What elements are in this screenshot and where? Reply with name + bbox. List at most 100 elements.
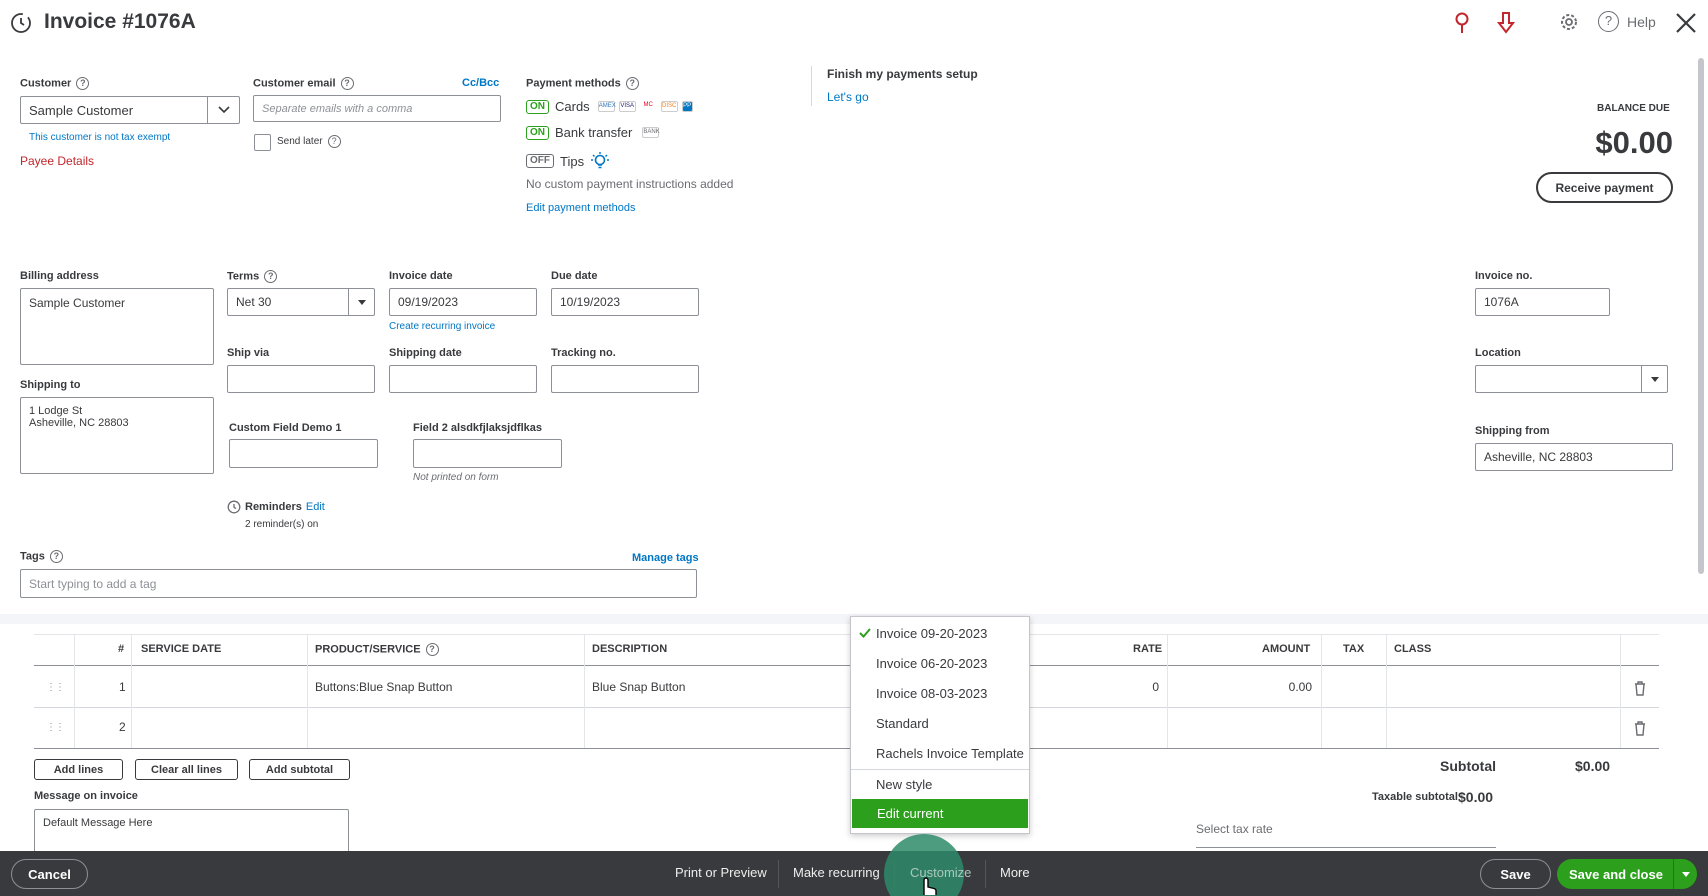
message-label: Message on invoice bbox=[34, 790, 138, 802]
help-icon[interactable]: ? bbox=[264, 270, 278, 283]
subtotal-value: $0.00 bbox=[1575, 758, 1611, 774]
customer-select[interactable]: Sample Customer bbox=[20, 96, 240, 124]
row-product[interactable]: Buttons:Blue Snap Button bbox=[315, 680, 452, 694]
customer-value: Sample Customer bbox=[29, 102, 134, 118]
invoice-no-label: Invoice no. bbox=[1475, 270, 1533, 282]
customize-option[interactable]: Invoice 09-20-2023 bbox=[851, 619, 1029, 647]
shipping-to-label: Shipping to bbox=[20, 379, 81, 391]
table-bottom bbox=[34, 748, 1659, 749]
tips-toggle[interactable]: OFF bbox=[526, 154, 554, 168]
customize-option[interactable]: Invoice 08-03-2023 bbox=[851, 679, 1029, 707]
help-icon[interactable]: ? bbox=[340, 77, 354, 90]
save-and-close-label: Save and close bbox=[1569, 866, 1663, 882]
tracking-no-input[interactable] bbox=[551, 365, 699, 393]
invoice-date-input[interactable]: 09/19/2023 bbox=[389, 288, 537, 316]
chevron-down-icon[interactable] bbox=[207, 97, 239, 123]
help-icon[interactable]: ? bbox=[49, 550, 63, 563]
clock-icon bbox=[227, 500, 241, 514]
customize-option[interactable]: Invoice 06-20-2023 bbox=[851, 649, 1029, 677]
row-rate[interactable]: 0 bbox=[1147, 680, 1159, 694]
billing-address-input[interactable]: Sample Customer bbox=[20, 288, 214, 365]
due-date-input[interactable]: 10/19/2023 bbox=[551, 288, 699, 316]
custom-field-2-input[interactable] bbox=[413, 439, 562, 468]
chevron-down-icon[interactable] bbox=[348, 289, 374, 315]
edit-current-option[interactable]: Edit current bbox=[852, 799, 1028, 828]
customize-option[interactable]: Rachels Invoice Template bbox=[851, 739, 1029, 767]
table-row[interactable] bbox=[34, 666, 1659, 707]
invoice-no-value: 1076A bbox=[1484, 295, 1519, 309]
setup-title: Finish my payments setup bbox=[827, 67, 978, 81]
setup-divider bbox=[811, 66, 812, 106]
cancel-button[interactable]: Cancel bbox=[11, 859, 88, 889]
payment-methods-label: Payment methods? bbox=[526, 77, 639, 90]
bank-icon: BANK bbox=[642, 127, 660, 138]
save-button[interactable]: Save bbox=[1480, 859, 1551, 889]
custom-field-1-input[interactable] bbox=[229, 439, 378, 468]
add-lines-button[interactable]: Add lines bbox=[34, 759, 123, 780]
col-header-rate: RATE bbox=[1133, 643, 1163, 655]
customer-email-input[interactable]: Separate emails with a comma bbox=[253, 95, 501, 122]
make-recurring-button[interactable]: Make recurring bbox=[793, 865, 880, 880]
invoice-date-label: Invoice date bbox=[389, 270, 453, 282]
customize-option[interactable]: Standard bbox=[851, 709, 1029, 737]
reminders-edit-link[interactable]: Edit bbox=[306, 501, 325, 513]
trash-icon[interactable] bbox=[1633, 680, 1647, 696]
close-icon[interactable] bbox=[1675, 12, 1697, 34]
invoice-no-input[interactable]: 1076A bbox=[1475, 288, 1610, 316]
bank-transfer-row: ON Bank transfer BANK bbox=[526, 125, 660, 140]
message-value: Default Message Here bbox=[43, 817, 153, 829]
location-pin-icon[interactable] bbox=[1452, 11, 1472, 35]
taxable-subtotal-label: Taxable subtotal bbox=[1372, 791, 1458, 803]
tags-placeholder: Start typing to add a tag bbox=[29, 576, 157, 591]
tips-row: OFF Tips bbox=[526, 151, 610, 171]
download-arrow-icon[interactable] bbox=[1496, 11, 1516, 35]
shipping-to-input[interactable]: 1 Lodge St Asheville, NC 28803 bbox=[20, 397, 214, 474]
help-icon[interactable]: ? bbox=[76, 77, 90, 90]
receive-payment-button[interactable]: Receive payment bbox=[1536, 172, 1673, 203]
customize-dropdown: Invoice 09-20-2023 Invoice 06-20-2023 In… bbox=[850, 616, 1030, 834]
clear-all-lines-button[interactable]: Clear all lines bbox=[135, 759, 238, 780]
help-icon[interactable]: ? bbox=[625, 77, 639, 90]
scrollbar[interactable] bbox=[1698, 58, 1704, 574]
help-icon[interactable]: ? bbox=[327, 135, 341, 148]
cards-toggle[interactable]: ON bbox=[526, 99, 549, 114]
save-and-close-button[interactable]: Save and close bbox=[1557, 859, 1697, 889]
ship-via-input[interactable] bbox=[227, 365, 375, 393]
help-icon: ? bbox=[1598, 11, 1619, 32]
history-icon[interactable] bbox=[9, 11, 33, 35]
terms-select[interactable]: Net 30 bbox=[227, 288, 375, 316]
more-button[interactable]: More bbox=[1000, 865, 1030, 880]
new-style-option[interactable]: New style bbox=[851, 770, 1029, 798]
bank-toggle[interactable]: ON bbox=[526, 125, 549, 140]
help-icon[interactable]: ? bbox=[425, 643, 439, 656]
help-button[interactable]: ? Help bbox=[1598, 11, 1656, 32]
row-description[interactable]: Blue Snap Button bbox=[592, 680, 685, 694]
drag-handle-icon[interactable]: ⋮⋮ bbox=[46, 722, 65, 733]
payee-details-link[interactable]: Payee Details bbox=[20, 154, 94, 168]
trash-icon[interactable] bbox=[1633, 720, 1647, 736]
row-amount[interactable]: 0.00 bbox=[1270, 680, 1312, 694]
add-subtotal-button[interactable]: Add subtotal bbox=[249, 759, 350, 780]
not-printed-note: Not printed on form bbox=[413, 472, 499, 483]
print-preview-button[interactable]: Print or Preview bbox=[675, 865, 767, 880]
send-later-checkbox[interactable] bbox=[254, 134, 271, 151]
shipping-date-input[interactable] bbox=[389, 365, 537, 393]
message-input[interactable]: Default Message Here bbox=[34, 809, 349, 854]
shipping-from-input[interactable]: Asheville, NC 28803 bbox=[1475, 443, 1673, 471]
drag-handle-icon[interactable]: ⋮⋮ bbox=[46, 682, 65, 693]
lets-go-link[interactable]: Let's go bbox=[827, 90, 869, 104]
tags-input[interactable]: Start typing to add a tag bbox=[20, 569, 697, 598]
location-select[interactable] bbox=[1475, 365, 1668, 393]
table-row[interactable] bbox=[34, 708, 1659, 748]
create-recurring-link[interactable]: Create recurring invoice bbox=[389, 321, 495, 332]
gear-icon[interactable] bbox=[1558, 11, 1580, 33]
chevron-down-icon[interactable] bbox=[1641, 366, 1667, 392]
manage-tags-link[interactable]: Manage tags bbox=[632, 552, 699, 564]
mastercard-icon: MC bbox=[639, 101, 657, 112]
edit-payment-methods-link[interactable]: Edit payment methods bbox=[526, 202, 635, 214]
ccbcc-link[interactable]: Cc/Bcc bbox=[462, 77, 499, 89]
visa-icon: VISA bbox=[618, 101, 636, 112]
reminders-row: Reminders Edit bbox=[227, 500, 325, 514]
bank-label: Bank transfer bbox=[555, 125, 633, 140]
save-options-dropdown[interactable] bbox=[1673, 859, 1697, 889]
